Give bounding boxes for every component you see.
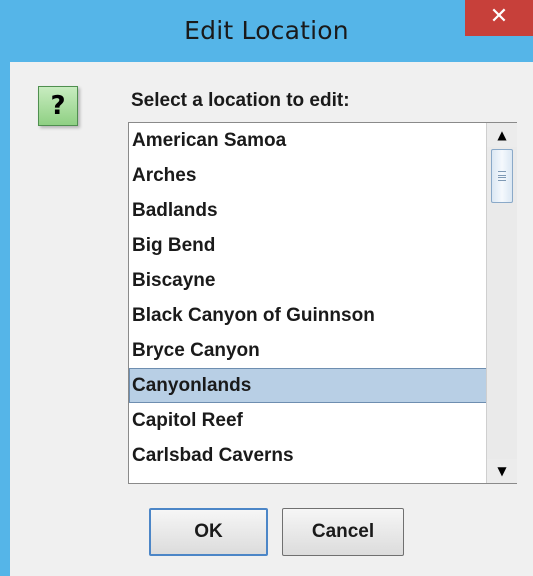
close-button[interactable]: ✕ (465, 0, 533, 36)
ok-button[interactable]: OK (149, 508, 268, 556)
arrow-down-icon: ▼ (497, 464, 507, 478)
scroll-down-button[interactable]: ▼ (487, 459, 517, 483)
scroll-up-button[interactable]: ▲ (487, 123, 517, 147)
title-bar[interactable]: Edit Location ✕ (0, 0, 533, 62)
close-icon: ✕ (489, 4, 509, 29)
list-item[interactable]: Capitol Reef (129, 403, 487, 438)
list-item[interactable]: Biscayne (129, 263, 487, 298)
list-item[interactable]: Carlsbad Caverns (129, 438, 487, 473)
cancel-button[interactable]: Cancel (282, 508, 404, 556)
question-icon: ? (38, 86, 78, 126)
list-item[interactable]: Big Bend (129, 228, 487, 263)
list-item[interactable]: Arches (129, 158, 487, 193)
location-listbox[interactable]: American Samoa Arches Badlands Big Bend … (128, 122, 517, 484)
dialog-content: ? Select a location to edit: American Sa… (10, 62, 533, 576)
scroll-thumb[interactable] (491, 149, 513, 203)
list-item[interactable]: Canyonlands (129, 368, 487, 403)
list-item[interactable]: American Samoa (129, 123, 487, 158)
vertical-scrollbar[interactable]: ▲ ▼ (486, 123, 517, 483)
location-list[interactable]: American Samoa Arches Badlands Big Bend … (129, 123, 487, 483)
grip-icon (498, 171, 506, 181)
window-title: Edit Location (184, 16, 349, 45)
list-item[interactable]: Badlands (129, 193, 487, 228)
prompt-label: Select a location to edit: (131, 90, 350, 111)
list-item[interactable]: Bryce Canyon (129, 333, 487, 368)
edit-location-window: Edit Location ✕ ? Select a location to e… (0, 0, 533, 576)
arrow-up-icon: ▲ (497, 128, 507, 142)
list-item[interactable]: Black Canyon of Guinnson (129, 298, 487, 333)
